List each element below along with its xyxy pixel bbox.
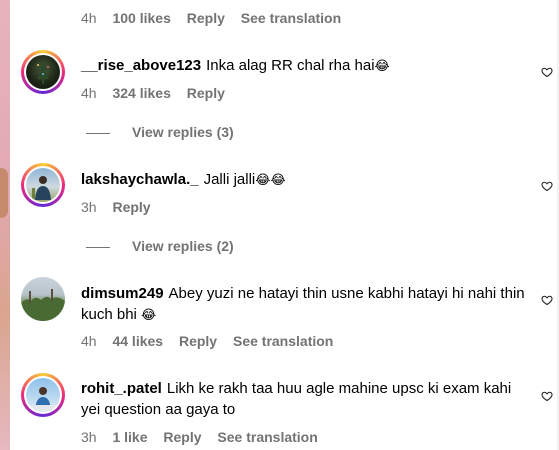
divider-line	[86, 132, 110, 134]
comment-time: 4h	[81, 85, 97, 101]
avatar[interactable]	[21, 373, 65, 417]
comment-username[interactable]: __rise_above123	[81, 57, 201, 74]
comment-username[interactable]: rohit_.patel	[81, 380, 162, 397]
reply-button[interactable]: Reply	[187, 85, 225, 101]
comment-body: __rise_above123 Inka alag RR chal rha hai…	[81, 55, 526, 77]
comment-time: 3h	[81, 199, 97, 215]
view-replies-label[interactable]: View replies (2)	[132, 238, 234, 254]
comment-meta: 4h 44 likes Reply See translation	[81, 333, 345, 349]
heart-outline-icon[interactable]	[541, 66, 553, 78]
comment-likes[interactable]: 100 likes	[112, 10, 170, 26]
comment-meta: 3h 1 like Reply See translation	[81, 429, 330, 445]
comment-body: lakshaychawla._ Jalli jalli😂😂	[81, 169, 526, 191]
heart-outline-icon[interactable]	[541, 390, 553, 402]
avatar[interactable]	[21, 277, 65, 321]
avatar[interactable]	[21, 163, 65, 207]
view-replies-button[interactable]: View replies (3)	[86, 124, 234, 140]
comment-time: 4h	[81, 333, 97, 349]
comment-time: 4h	[81, 10, 97, 26]
see-translation-button[interactable]: See translation	[241, 10, 341, 26]
reply-button[interactable]: Reply	[163, 429, 201, 445]
see-translation-button[interactable]: See translation	[217, 429, 317, 445]
comment-meta: 4h 324 likes Reply	[81, 85, 237, 101]
view-replies-button[interactable]: View replies (2)	[86, 238, 234, 254]
avatar[interactable]	[21, 50, 65, 94]
comment-likes[interactable]: 324 likes	[112, 85, 170, 101]
comment-likes[interactable]: 1 like	[112, 429, 147, 445]
comment-text: Jalli jalli	[203, 171, 256, 188]
comment-username[interactable]: lakshaychawla._	[81, 171, 199, 188]
background-post-image-fragment	[0, 168, 8, 218]
comment-body: dimsum249 Abey yuzi ne hatayi thin usne k…	[81, 283, 526, 326]
heart-outline-icon[interactable]	[541, 294, 553, 306]
comment-time: 3h	[81, 429, 97, 445]
reply-button[interactable]: Reply	[179, 333, 217, 349]
heart-outline-icon[interactable]	[541, 180, 553, 192]
comment-username[interactable]: dimsum249	[81, 285, 164, 302]
reply-button[interactable]: Reply	[187, 10, 225, 26]
emoji: 😂	[141, 308, 157, 323]
comment-meta: 4h 100 likes Reply See translation	[81, 10, 353, 26]
reply-button[interactable]: Reply	[112, 199, 150, 215]
comment-text: Inka alag RR chal rha hai	[206, 57, 375, 74]
see-translation-button[interactable]: See translation	[233, 333, 333, 349]
divider-line	[86, 246, 110, 248]
comment-body: rohit_.patel Likh ke rakh taa huu agle ma…	[81, 378, 526, 420]
emoji: 😂😂	[255, 173, 286, 188]
comment-likes[interactable]: 44 likes	[112, 333, 163, 349]
background-post-edge	[0, 0, 10, 450]
emoji: 😂	[374, 59, 390, 74]
view-replies-label[interactable]: View replies (3)	[132, 124, 234, 140]
comment-meta: 3h Reply	[81, 199, 163, 215]
